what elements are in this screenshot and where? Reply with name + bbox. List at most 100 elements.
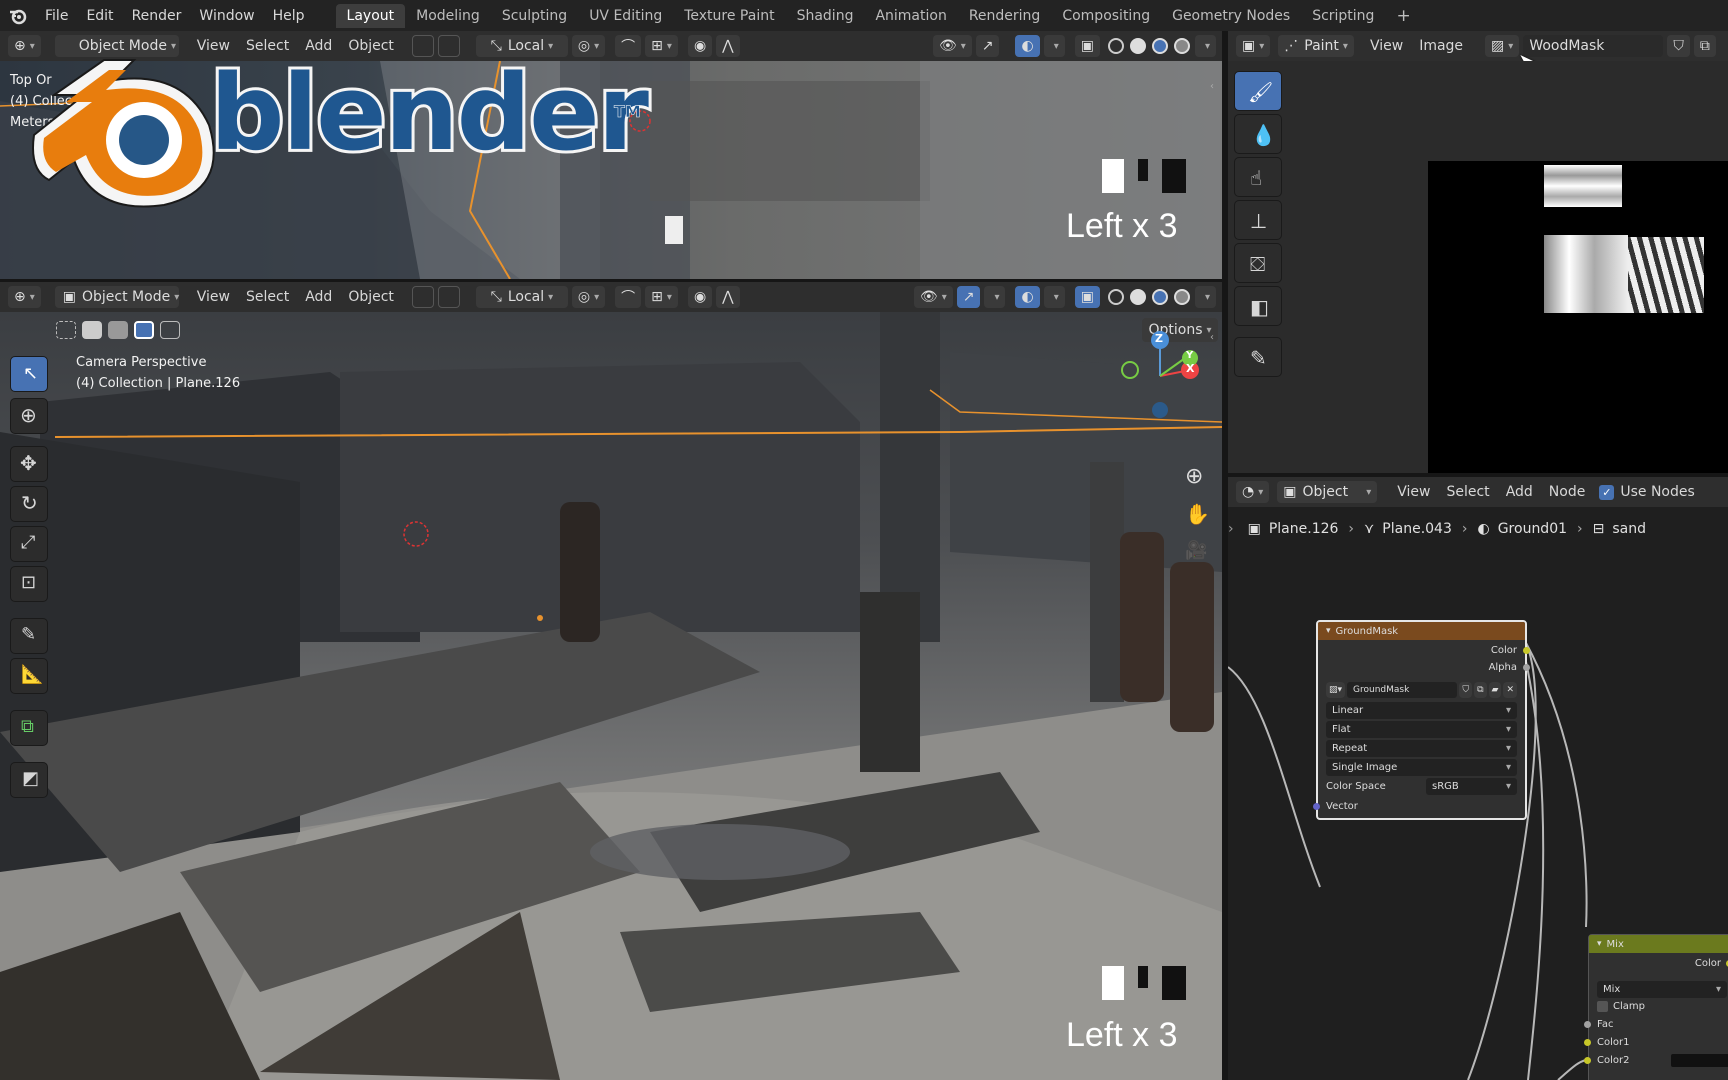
alpha-socket[interactable] (1523, 663, 1530, 671)
workspace-tab-modeling[interactable]: Modeling (405, 4, 491, 28)
visibility-icon[interactable]: 👁 ▾ (913, 286, 953, 308)
interpolation-select[interactable]: Linear ▾ (1326, 702, 1517, 719)
image-name-field[interactable]: GroundMask (1347, 682, 1458, 698)
mix-node[interactable]: ▾ Mix Color Mix ▾ Clamp Fac Color1 Color2 (1584, 934, 1728, 1080)
fac-socket[interactable] (1584, 1020, 1591, 1028)
overlay-dropdown[interactable]: ▾ (1043, 286, 1065, 308)
editor-type-button[interactable]: ▣ ▾ (1236, 35, 1271, 57)
add-workspace-button[interactable]: + (1385, 2, 1421, 30)
menu-edit[interactable]: Edit (77, 8, 122, 24)
color2-swatch[interactable] (1671, 1053, 1728, 1067)
node-header[interactable]: ▾ GroundMask (1318, 622, 1525, 640)
menu-view[interactable]: View (1362, 38, 1411, 54)
color-socket[interactable] (1523, 646, 1530, 654)
visibility-icon[interactable]: 👁 ▾ (932, 35, 972, 57)
collapse-arrow-icon[interactable]: ▾ (1326, 626, 1331, 636)
pan-hand-icon[interactable]: ✋ (1185, 502, 1210, 526)
proportional-edit-icon[interactable]: ◉ (687, 286, 713, 308)
vector-socket[interactable] (1313, 802, 1320, 810)
select-invert-icon[interactable] (134, 321, 154, 339)
menu-object[interactable]: Object (340, 289, 402, 305)
tool-smear[interactable]: ☝ (1234, 157, 1282, 197)
select-intersect-icon[interactable] (160, 321, 180, 339)
extension-select[interactable]: Repeat ▾ (1326, 740, 1517, 757)
zoom-icon[interactable]: ⊕ (1185, 464, 1203, 489)
transform-orientation-select[interactable]: ⤡ Local ▾ (475, 286, 568, 308)
collapse-arrow-icon[interactable]: ▾ (1597, 939, 1602, 949)
falloff-icon[interactable]: ⋀ (716, 286, 740, 308)
snap-target-button[interactable]: ⊞ ▾ (645, 35, 678, 57)
menu-select[interactable]: Select (238, 289, 297, 305)
region-toggle-arrow[interactable]: ‹ (1210, 332, 1214, 343)
menu-node[interactable]: Node (1541, 484, 1594, 500)
menu-image[interactable]: Image (1411, 38, 1471, 54)
menu-view[interactable]: View (1389, 484, 1438, 500)
editor-type-button[interactable]: ◔ ▾ (1236, 481, 1270, 503)
gizmo-toggle-icon[interactable]: ↗ (975, 35, 1000, 57)
fake-user-icon[interactable]: ⛉ (1667, 35, 1690, 57)
workspace-tab-compositing[interactable]: Compositing (1051, 4, 1161, 28)
rendered-shading-icon[interactable] (1173, 38, 1190, 54)
select-extend-icon[interactable] (82, 321, 102, 339)
editor-type-button[interactable]: ⊕ ▾ (8, 286, 41, 308)
material-shading-icon[interactable] (1151, 289, 1168, 305)
node-header[interactable]: ▾ Mix (1589, 935, 1728, 953)
tool-annotate[interactable]: ✎ (1234, 337, 1282, 377)
snap-icon[interactable]: ⌒ (615, 286, 642, 308)
tool-clone[interactable]: ⊥ (1234, 200, 1282, 240)
tool-transform[interactable]: ⊡ (10, 566, 48, 602)
select-mode-icon[interactable] (411, 286, 434, 308)
area-divider[interactable] (0, 279, 1222, 282)
workspace-tab-animation[interactable]: Animation (864, 4, 957, 28)
gizmo-toggle-icon[interactable]: ↗ (956, 286, 981, 308)
menu-window[interactable]: Window (190, 8, 263, 24)
menu-help[interactable]: Help (264, 8, 314, 24)
tool-extra[interactable]: ◩ (10, 762, 48, 798)
xray-toggle-icon[interactable]: ▣ (1074, 286, 1100, 308)
overlay-dropdown[interactable]: ▾ (1043, 35, 1065, 57)
tool-mask[interactable]: ◧ (1234, 286, 1282, 326)
wireframe-shading-icon[interactable] (1107, 289, 1124, 305)
fake-user-icon[interactable]: ⛉ (1459, 682, 1473, 698)
tool-select-box[interactable]: ↖ (10, 356, 48, 392)
camera-view-icon[interactable]: 🎥 (1185, 540, 1207, 561)
tool-move[interactable]: ✥ (10, 446, 48, 482)
wireframe-shading-icon[interactable] (1107, 38, 1124, 54)
overlay-toggle-icon[interactable]: ◐ (1015, 286, 1040, 308)
shading-dropdown[interactable]: ▾ (1194, 286, 1216, 308)
menu-view[interactable]: View (189, 289, 238, 305)
menu-add[interactable]: Add (1498, 484, 1541, 500)
shader-type-select[interactable]: ▣ Object ▾ (1277, 481, 1378, 503)
area-divider[interactable] (1222, 31, 1228, 1080)
xray-toggle-icon[interactable]: ▣ (1074, 35, 1100, 57)
overlay-toggle-icon[interactable]: ◐ (1015, 35, 1040, 57)
select-subtract-icon[interactable] (108, 321, 128, 339)
clamp-checkbox[interactable] (1597, 1001, 1608, 1012)
color2-socket[interactable] (1584, 1056, 1591, 1064)
image-editor-canvas[interactable]: 🖌 💧 ☝ ⊥ ⛋ ◧ ✎ (1228, 61, 1728, 473)
source-select[interactable]: Single Image ▾ (1326, 759, 1517, 776)
image-name-field[interactable]: WoodMask (1523, 35, 1664, 57)
tool-soften[interactable]: 💧 (1234, 114, 1282, 154)
shading-dropdown[interactable]: ▾ (1194, 35, 1216, 57)
rendered-shading-icon[interactable] (1173, 289, 1190, 305)
new-image-icon[interactable]: ⧉ (1693, 35, 1716, 57)
paint-mode-select[interactable]: ⋰ Paint ▾ (1278, 35, 1354, 57)
image-browse-button[interactable]: ▨▾ (1485, 35, 1520, 57)
tool-measure[interactable]: 📐 (10, 658, 48, 694)
region-toggle-arrow[interactable]: ‹ (1210, 81, 1214, 92)
workspace-tab-texture-paint[interactable]: Texture Paint (673, 4, 785, 28)
menu-file[interactable]: File (36, 8, 77, 24)
workspace-tab-scripting[interactable]: Scripting (1301, 4, 1385, 28)
select-mode-icon[interactable] (437, 286, 460, 308)
color-space-select[interactable]: sRGB ▾ (1426, 778, 1517, 795)
unlink-icon[interactable]: ✕ (1503, 682, 1517, 698)
menu-add[interactable]: Add (297, 289, 340, 305)
area-divider[interactable] (1228, 473, 1728, 477)
workspace-tab-layout[interactable]: Layout (335, 3, 406, 28)
tool-fill[interactable]: ⛋ (1234, 243, 1282, 283)
tool-cursor[interactable]: ⊕ (10, 398, 48, 434)
node-editor-canvas[interactable]: › ▣ Plane.126 › ⋎ Plane.043 › ◐ Ground01… (1228, 507, 1728, 1080)
gizmo-dropdown[interactable]: ▾ (984, 286, 1006, 308)
workspace-tab-uv-editing[interactable]: UV Editing (578, 4, 673, 28)
